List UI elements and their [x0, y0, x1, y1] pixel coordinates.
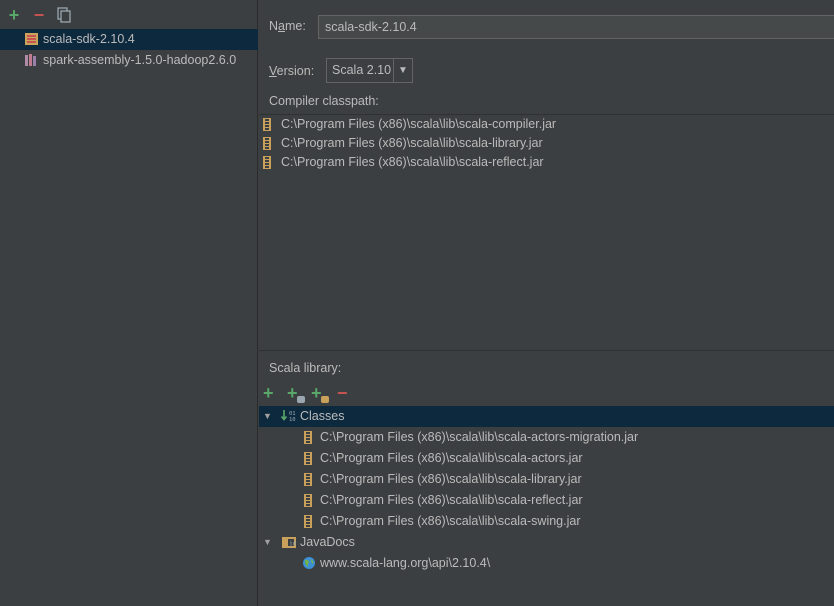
javadoc-url: www.scala-lang.org\api\2.10.4\ — [320, 556, 491, 570]
compiler-classpath-list[interactable]: C:\Program Files (x86)\scala\lib\scala-c… — [259, 114, 834, 351]
classpath-entry: C:\Program Files (x86)\scala\lib\scala-l… — [281, 136, 543, 150]
jar-icon — [263, 137, 271, 150]
jar-icon — [263, 156, 271, 169]
tree-row[interactable]: C:\Program Files (x86)\scala\lib\scala-a… — [259, 427, 834, 448]
library-item-spark-assembly[interactable]: spark-assembly-1.5.0-hadoop2.6.0 — [0, 50, 258, 71]
tree-row[interactable]: C:\Program Files (x86)\scala\lib\scala-l… — [259, 469, 834, 490]
jar-icon — [263, 118, 271, 131]
class-entry: C:\Program Files (x86)\scala\lib\scala-r… — [320, 493, 583, 507]
tree-node-label: Classes — [300, 409, 345, 423]
library-list: scala-sdk-2.10.4 spark-assembly-1.5.0-ha… — [0, 29, 258, 71]
globe-icon — [302, 556, 316, 570]
class-entry: C:\Program Files (x86)\scala\lib\scala-s… — [320, 514, 581, 528]
chevron-down-icon: ▼ — [393, 59, 412, 82]
jar-icon — [304, 452, 312, 465]
jar-icon — [304, 515, 312, 528]
compiler-classpath-label: Compiler classpath: — [269, 94, 379, 108]
copy-library-icon[interactable] — [56, 7, 72, 23]
tree-node-label: JavaDocs — [300, 535, 355, 549]
tree-node-javadocs[interactable]: ▼ jd JavaDocs — [259, 532, 834, 553]
scala-library-label: Scala library: — [269, 361, 342, 375]
svg-text:10: 10 — [289, 417, 296, 423]
classpath-entry: C:\Program Files (x86)\scala\lib\scala-c… — [281, 117, 557, 131]
library-toolbar: + − — [0, 0, 258, 30]
tree-row[interactable]: C:\Program Files (x86)\scala\lib\scala-a… — [259, 448, 834, 469]
name-label: Name: — [269, 19, 306, 33]
classpath-entry: C:\Program Files (x86)\scala\lib\scala-r… — [281, 155, 544, 169]
library-item-label: spark-assembly-1.5.0-hadoop2.6.0 — [43, 53, 237, 67]
library-list-panel: + − scala-sdk-2.10.4 spark-assembly-1.5.… — [0, 0, 258, 606]
expand-triangle-icon[interactable]: ▼ — [263, 406, 272, 427]
remove-icon[interactable]: − — [337, 383, 355, 403]
expand-triangle-icon[interactable]: ▼ — [263, 532, 272, 553]
scala-library-toolbar: + + + − — [259, 383, 834, 405]
tree-row[interactable]: C:\Program Files (x86)\scala\lib\scala-r… — [259, 490, 834, 511]
attach-files-icon[interactable]: + — [287, 383, 305, 403]
jar-icon — [304, 431, 312, 444]
add-library-icon[interactable]: + — [6, 6, 22, 24]
class-entry: C:\Program Files (x86)\scala\lib\scala-a… — [320, 430, 639, 444]
version-value: Scala 2.10 — [332, 63, 392, 77]
scala-sdk-icon — [24, 32, 39, 46]
library-item-scala-sdk[interactable]: scala-sdk-2.10.4 — [0, 29, 258, 50]
version-label: Version: — [269, 64, 315, 78]
class-entry: C:\Program Files (x86)\scala\lib\scala-l… — [320, 472, 582, 486]
jar-icon — [304, 473, 312, 486]
version-select[interactable]: Scala 2.10 ▼ — [326, 58, 413, 83]
remove-library-icon[interactable]: − — [31, 6, 47, 24]
name-field[interactable] — [318, 15, 834, 39]
library-item-label: scala-sdk-2.10.4 — [43, 32, 135, 46]
tree-row[interactable]: www.scala-lang.org\api\2.10.4\ — [259, 553, 834, 574]
classes-icon: 01 10 — [280, 409, 297, 423]
tree-node-classes[interactable]: ▼ 01 10 Classes — [259, 406, 834, 427]
attach-jar-directories-icon[interactable]: + — [311, 383, 329, 403]
class-entry: C:\Program Files (x86)\scala\lib\scala-a… — [320, 451, 583, 465]
jar-icon — [304, 494, 312, 507]
library-icon — [24, 53, 39, 67]
tree-row[interactable]: C:\Program Files (x86)\scala\lib\scala-s… — [259, 511, 834, 532]
javadocs-icon: jd — [281, 535, 297, 549]
svg-text:jd: jd — [289, 541, 297, 548]
add-icon[interactable]: + — [263, 383, 281, 403]
